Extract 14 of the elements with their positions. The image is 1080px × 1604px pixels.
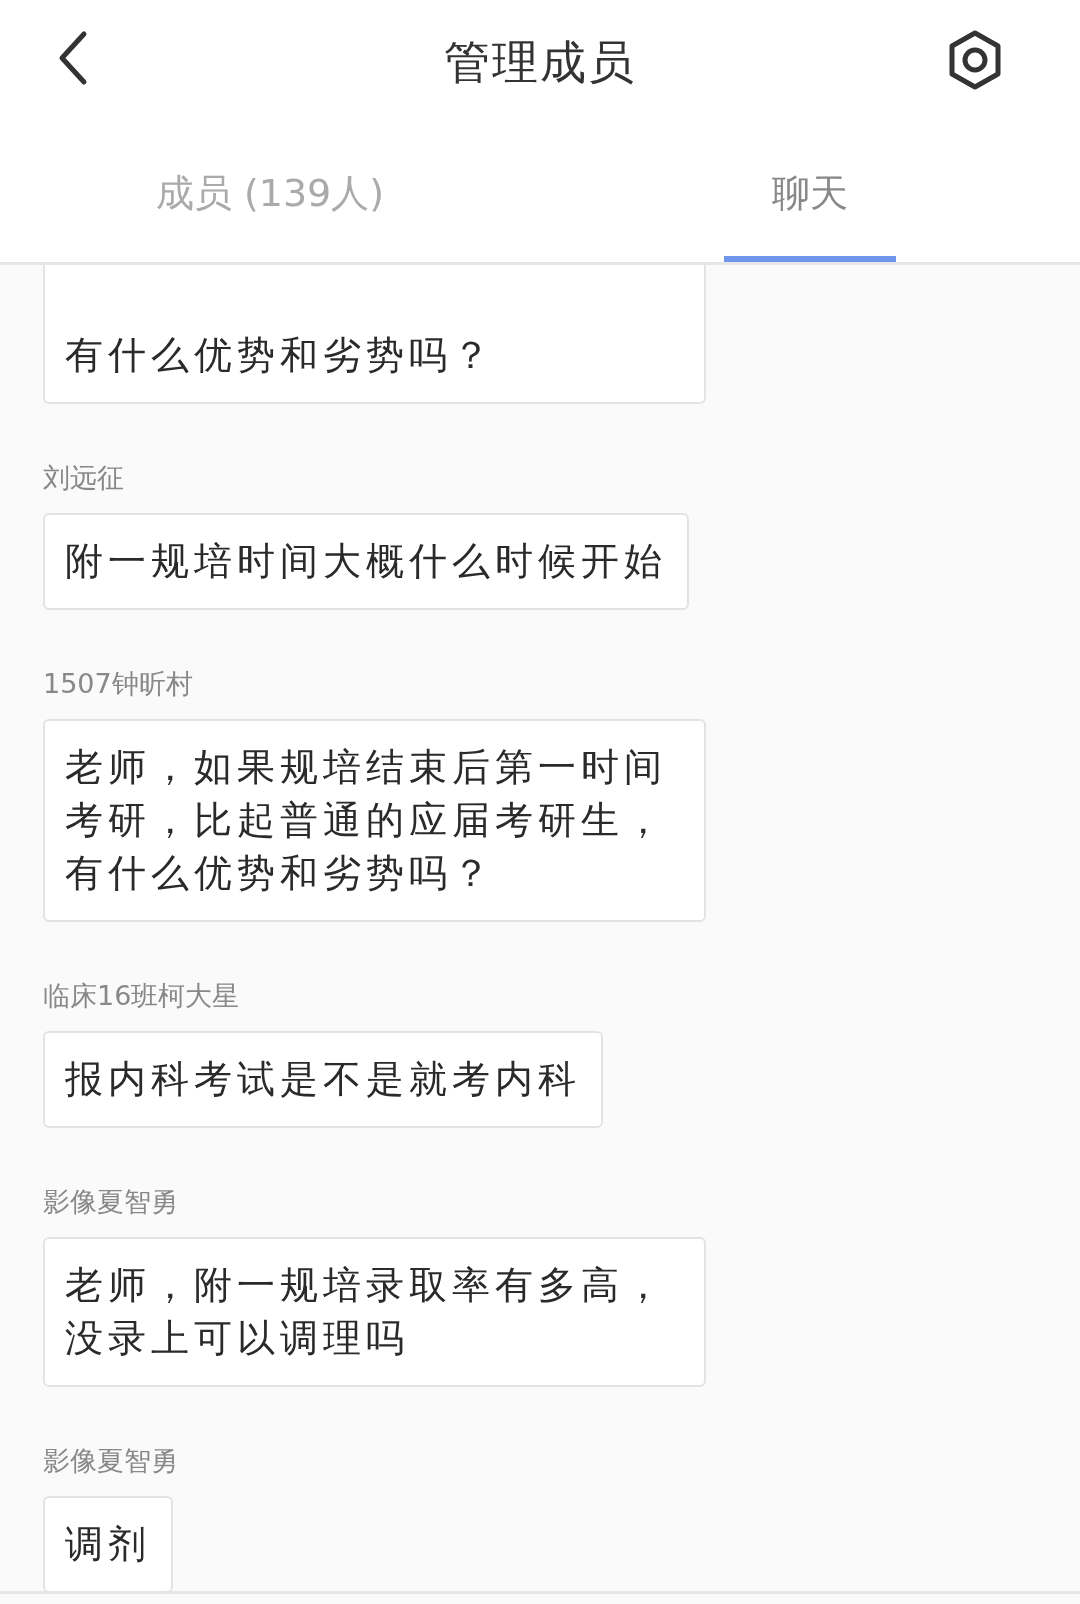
message-bubble: 有什么优势和劣势吗？ xyxy=(43,265,706,404)
page-title: 管理成员 xyxy=(444,34,636,91)
sender-name: 影像夏智勇 xyxy=(43,1444,179,1479)
sender-name: 1507钟昕村 xyxy=(43,667,194,702)
sender-name: 影像夏智勇 xyxy=(43,1185,179,1220)
message-bubble: 报内科考试是不是就考内科 xyxy=(43,1031,603,1129)
tab[interactable]: 成员 (139人) xyxy=(107,125,433,262)
message-bubble: 老师，如果规培结束后第一时间考研，比起普通的应届考研生，有什么优势和劣势吗？ xyxy=(43,719,706,923)
sender-name: 刘远征 xyxy=(43,461,125,495)
message-bubble: 调剂 xyxy=(43,1496,173,1591)
tab[interactable]: 聊天 xyxy=(724,125,896,262)
sender-name: 临床16班柯大星 xyxy=(43,979,241,1014)
message-bubble: 老师，附一规培录取率有多高，没录上可以调理吗 xyxy=(43,1237,706,1388)
message-bubble: 附一规培时间大概什么时候开始 xyxy=(43,513,689,611)
